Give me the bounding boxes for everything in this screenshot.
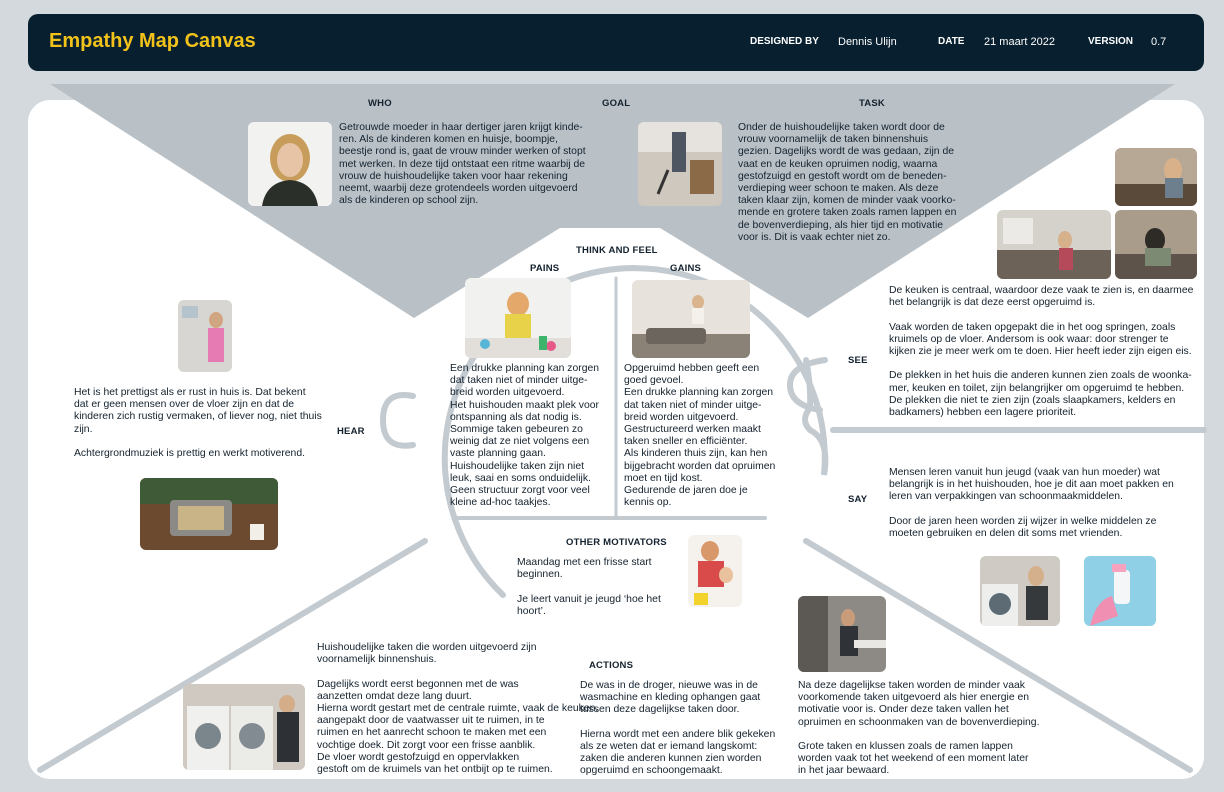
pains-text: Een drukke planning kan zorgen dat taken… [450,363,600,509]
designed-by-value: Dennis Ulijn [838,36,897,48]
woman-headphones-image [178,300,232,372]
jumping-woman-image [632,280,750,358]
mother-child-image [688,535,742,607]
version-value: 0.7 [1151,36,1167,48]
think-feel-label: THINK AND FEEL [576,245,658,256]
who-text: Getrouwde moeder in haar dertiger jaren … [339,122,586,207]
app-title: Empathy Map Canvas [49,30,256,52]
designed-by-label: DESIGNED BY [750,36,819,47]
goal-label: GOAL [602,98,631,109]
task-label: TASK [859,98,885,109]
gains-text: Opgeruimd hebben geeft een goed gevoel. … [624,363,776,509]
pains-label: PAINS [530,263,560,274]
date-value: 21 maart 2022 [984,36,1055,48]
say-laundry-photo [980,556,1060,626]
actions-center-text: De was in de droger, nieuwe was in de wa… [580,680,776,777]
cleaning-counter-image [1115,210,1197,279]
stressed-woman-image [465,278,571,358]
hear-label: HEAR [337,426,365,437]
portrait-image [248,122,332,206]
motivators-mother-child-photo [688,535,742,607]
header-bar: Empathy Map Canvas DESIGNED BY Dennis Ul… [28,14,1204,71]
say-spray-photo [1084,556,1156,626]
actions-right-text: Na deze dagelijkse taken worden de minde… [798,680,1040,777]
task-text: Onder de huishoudelijke taken wordt door… [738,122,957,243]
hear-text: Het is het prettigst als er rust in huis… [74,387,322,460]
motivators-text: Maandag met een frisse start beginnen. J… [517,557,661,617]
kitchen-image [997,210,1111,279]
date-label: DATE [938,36,965,47]
dishes-image [1115,148,1197,206]
motivators-label: OTHER MOTIVATORS [566,537,667,548]
actions-left-text: Huishoudelijke taken die worden uitgevoe… [317,642,599,776]
see-label: SEE [848,355,868,366]
version-label: VERSION [1088,36,1134,47]
vacuum-image [638,122,722,206]
task-cleaning-photo [1115,210,1197,279]
gains-jumping-photo [632,280,750,358]
see-text: De keuken is centraal, waardoor deze vaa… [889,285,1194,419]
who-label: WHO [368,98,392,109]
task-kitchen-photo [997,210,1111,279]
actions-washing-machine-photo [183,684,305,770]
gains-label: GAINS [670,263,702,274]
radio-image [140,478,278,550]
task-vacuum-photo [638,122,722,206]
washing-machine-image [183,684,305,770]
bathroom-woman-image [798,596,886,672]
pains-stressed-photo [465,278,571,358]
hear-music-photo [178,300,232,372]
task-dishes-photo [1115,148,1197,206]
hear-radio-photo [140,478,278,550]
actions-bathroom-photo [798,596,886,672]
say-text: Mensen leren vanuit hun jeugd (vaak van … [889,467,1174,540]
spray-bottle-image [1084,556,1156,626]
who-portrait-photo [248,122,332,206]
say-label: SAY [848,494,868,505]
laundry-woman-image [980,556,1060,626]
